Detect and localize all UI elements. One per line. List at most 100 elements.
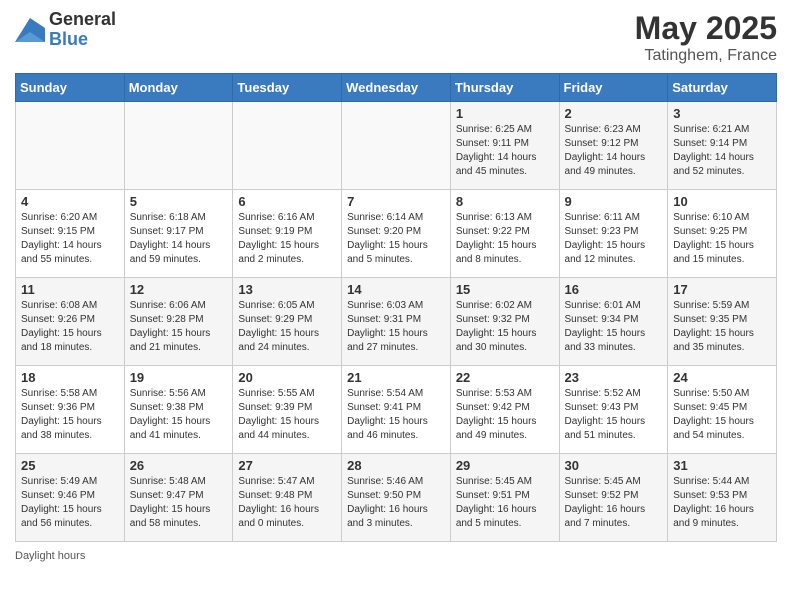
day-info: Sunrise: 5:48 AM Sunset: 9:47 PM Dayligh… [130, 475, 228, 531]
calendar-cell: 11Sunrise: 6:08 AM Sunset: 9:26 PM Dayli… [16, 278, 125, 366]
calendar-cell: 2 Sunrise: 6:23 AM Sunset: 9:12 PM Daylig… [559, 102, 668, 190]
logo-blue-text: Blue [49, 30, 116, 50]
day-number: 18 [21, 370, 119, 385]
calendar-cell: 28 Sunrise: 5:46 AM Sunset: 9:50 PM Dayli… [342, 454, 451, 542]
calendar-cell: 24 Sunrise: 5:50 AM Sunset: 9:45 PM Dayli… [668, 366, 777, 454]
calendar-week-row: 1 Sunrise: 6:25 AM Sunset: 9:11 PM Daylig… [16, 102, 777, 190]
calendar-cell: 12 Sunrise: 6:06 AM Sunset: 9:28 PM Dayli… [124, 278, 233, 366]
day-info: Sunrise: 5:53 AM Sunset: 9:42 PM Dayligh… [456, 387, 554, 443]
calendar-cell: 16 Sunrise: 6:01 AM Sunset: 9:34 PM Dayli… [559, 278, 668, 366]
day-info: Sunrise: 5:55 AM Sunset: 9:39 PM Dayligh… [238, 387, 336, 443]
calendar-cell: 9Sunrise: 6:11 AM Sunset: 9:23 PM Daylig… [559, 190, 668, 278]
calendar-cell: 14Sunrise: 6:03 AM Sunset: 9:31 PM Dayli… [342, 278, 451, 366]
day-number: 7 [347, 194, 445, 209]
calendar-cell [342, 102, 451, 190]
day-info: Sunrise: 5:54 AM Sunset: 9:41 PM Dayligh… [347, 387, 445, 443]
day-number: 31 [673, 458, 771, 473]
logo: General Blue [15, 10, 116, 50]
day-info: Sunrise: 6:10 AM Sunset: 9:25 PM Dayligh… [673, 211, 771, 267]
title-block: May 2025 Tatinghem, France [635, 10, 777, 65]
calendar-cell: 4 Sunrise: 6:20 AM Sunset: 9:15 PM Daylig… [16, 190, 125, 278]
day-info: Sunrise: 5:52 AM Sunset: 9:43 PM Dayligh… [565, 387, 663, 443]
daylight-label: Daylight hours [15, 550, 85, 562]
day-info: Sunrise: 6:18 AM Sunset: 9:17 PM Dayligh… [130, 211, 228, 267]
day-number: 22 [456, 370, 554, 385]
day-info: Sunrise: 6:20 AM Sunset: 9:15 PM Dayligh… [21, 211, 119, 267]
day-number: 3 [673, 106, 771, 121]
calendar-cell: 1 Sunrise: 6:25 AM Sunset: 9:11 PM Daylig… [450, 102, 559, 190]
day-info: Sunrise: 5:44 AM Sunset: 9:53 PM Dayligh… [673, 475, 771, 531]
day-number: 6 [238, 194, 336, 209]
calendar-cell: 29Sunrise: 5:45 AM Sunset: 9:51 PM Dayli… [450, 454, 559, 542]
calendar-cell: 19Sunrise: 5:56 AM Sunset: 9:38 PM Dayli… [124, 366, 233, 454]
day-number: 21 [347, 370, 445, 385]
calendar-week-row: 4 Sunrise: 6:20 AM Sunset: 9:15 PM Daylig… [16, 190, 777, 278]
day-number: 14 [347, 282, 445, 297]
calendar-cell: 3 Sunrise: 6:21 AM Sunset: 9:14 PM Daylig… [668, 102, 777, 190]
calendar-cell: 23Sunrise: 5:52 AM Sunset: 9:43 PM Dayli… [559, 366, 668, 454]
weekday-header-sunday: Sunday [16, 74, 125, 102]
calendar-cell [233, 102, 342, 190]
calendar-cell: 25Sunrise: 5:49 AM Sunset: 9:46 PM Dayli… [16, 454, 125, 542]
day-number: 25 [21, 458, 119, 473]
logo-text: General Blue [49, 10, 116, 50]
day-number: 26 [130, 458, 228, 473]
weekday-header-friday: Friday [559, 74, 668, 102]
day-info: Sunrise: 6:25 AM Sunset: 9:11 PM Dayligh… [456, 123, 554, 179]
day-number: 30 [565, 458, 663, 473]
day-number: 12 [130, 282, 228, 297]
calendar-cell [124, 102, 233, 190]
day-info: Sunrise: 6:01 AM Sunset: 9:34 PM Dayligh… [565, 299, 663, 355]
calendar-cell [16, 102, 125, 190]
calendar-cell: 18 Sunrise: 5:58 AM Sunset: 9:36 PM Dayli… [16, 366, 125, 454]
calendar-cell: 13 Sunrise: 6:05 AM Sunset: 9:29 PM Dayli… [233, 278, 342, 366]
day-number: 16 [565, 282, 663, 297]
day-info: Sunrise: 5:46 AM Sunset: 9:50 PM Dayligh… [347, 475, 445, 531]
day-number: 2 [565, 106, 663, 121]
day-number: 1 [456, 106, 554, 121]
day-number: 15 [456, 282, 554, 297]
day-info: Sunrise: 5:59 AM Sunset: 9:35 PM Dayligh… [673, 299, 771, 355]
day-info: Sunrise: 5:45 AM Sunset: 9:52 PM Dayligh… [565, 475, 663, 531]
weekday-header-wednesday: Wednesday [342, 74, 451, 102]
day-number: 4 [21, 194, 119, 209]
day-number: 10 [673, 194, 771, 209]
day-info: Sunrise: 6:23 AM Sunset: 9:12 PM Dayligh… [565, 123, 663, 179]
day-number: 24 [673, 370, 771, 385]
logo-general-text: General [49, 10, 116, 30]
day-number: 9 [565, 194, 663, 209]
day-number: 8 [456, 194, 554, 209]
month-year-title: May 2025 [635, 10, 777, 47]
location-subtitle: Tatinghem, France [635, 47, 777, 65]
day-info: Sunrise: 5:58 AM Sunset: 9:36 PM Dayligh… [21, 387, 119, 443]
calendar-cell: 26 Sunrise: 5:48 AM Sunset: 9:47 PM Dayli… [124, 454, 233, 542]
day-info: Sunrise: 6:21 AM Sunset: 9:14 PM Dayligh… [673, 123, 771, 179]
day-number: 11 [21, 282, 119, 297]
day-info: Sunrise: 6:05 AM Sunset: 9:29 PM Dayligh… [238, 299, 336, 355]
day-number: 13 [238, 282, 336, 297]
calendar-cell: 17 Sunrise: 5:59 AM Sunset: 9:35 PM Dayli… [668, 278, 777, 366]
footer: Daylight hours [15, 550, 777, 562]
weekday-header-row: SundayMondayTuesdayWednesdayThursdayFrid… [16, 74, 777, 102]
calendar-cell: 31 Sunrise: 5:44 AM Sunset: 9:53 PM Dayli… [668, 454, 777, 542]
page-header: General Blue May 2025 Tatinghem, France [15, 10, 777, 65]
logo-icon [15, 18, 45, 42]
day-number: 27 [238, 458, 336, 473]
day-info: Sunrise: 5:47 AM Sunset: 9:48 PM Dayligh… [238, 475, 336, 531]
day-info: Sunrise: 5:56 AM Sunset: 9:38 PM Dayligh… [130, 387, 228, 443]
day-info: Sunrise: 5:45 AM Sunset: 9:51 PM Dayligh… [456, 475, 554, 531]
day-info: Sunrise: 6:14 AM Sunset: 9:20 PM Dayligh… [347, 211, 445, 267]
day-number: 20 [238, 370, 336, 385]
day-info: Sunrise: 6:02 AM Sunset: 9:32 PM Dayligh… [456, 299, 554, 355]
weekday-header-saturday: Saturday [668, 74, 777, 102]
day-number: 17 [673, 282, 771, 297]
day-info: Sunrise: 6:06 AM Sunset: 9:28 PM Dayligh… [130, 299, 228, 355]
day-info: Sunrise: 5:50 AM Sunset: 9:45 PM Dayligh… [673, 387, 771, 443]
calendar-week-row: 25Sunrise: 5:49 AM Sunset: 9:46 PM Dayli… [16, 454, 777, 542]
weekday-header-monday: Monday [124, 74, 233, 102]
weekday-header-thursday: Thursday [450, 74, 559, 102]
day-number: 28 [347, 458, 445, 473]
calendar-cell: 21 Sunrise: 5:54 AM Sunset: 9:41 PM Dayli… [342, 366, 451, 454]
calendar-week-row: 18 Sunrise: 5:58 AM Sunset: 9:36 PM Dayli… [16, 366, 777, 454]
weekday-header-tuesday: Tuesday [233, 74, 342, 102]
